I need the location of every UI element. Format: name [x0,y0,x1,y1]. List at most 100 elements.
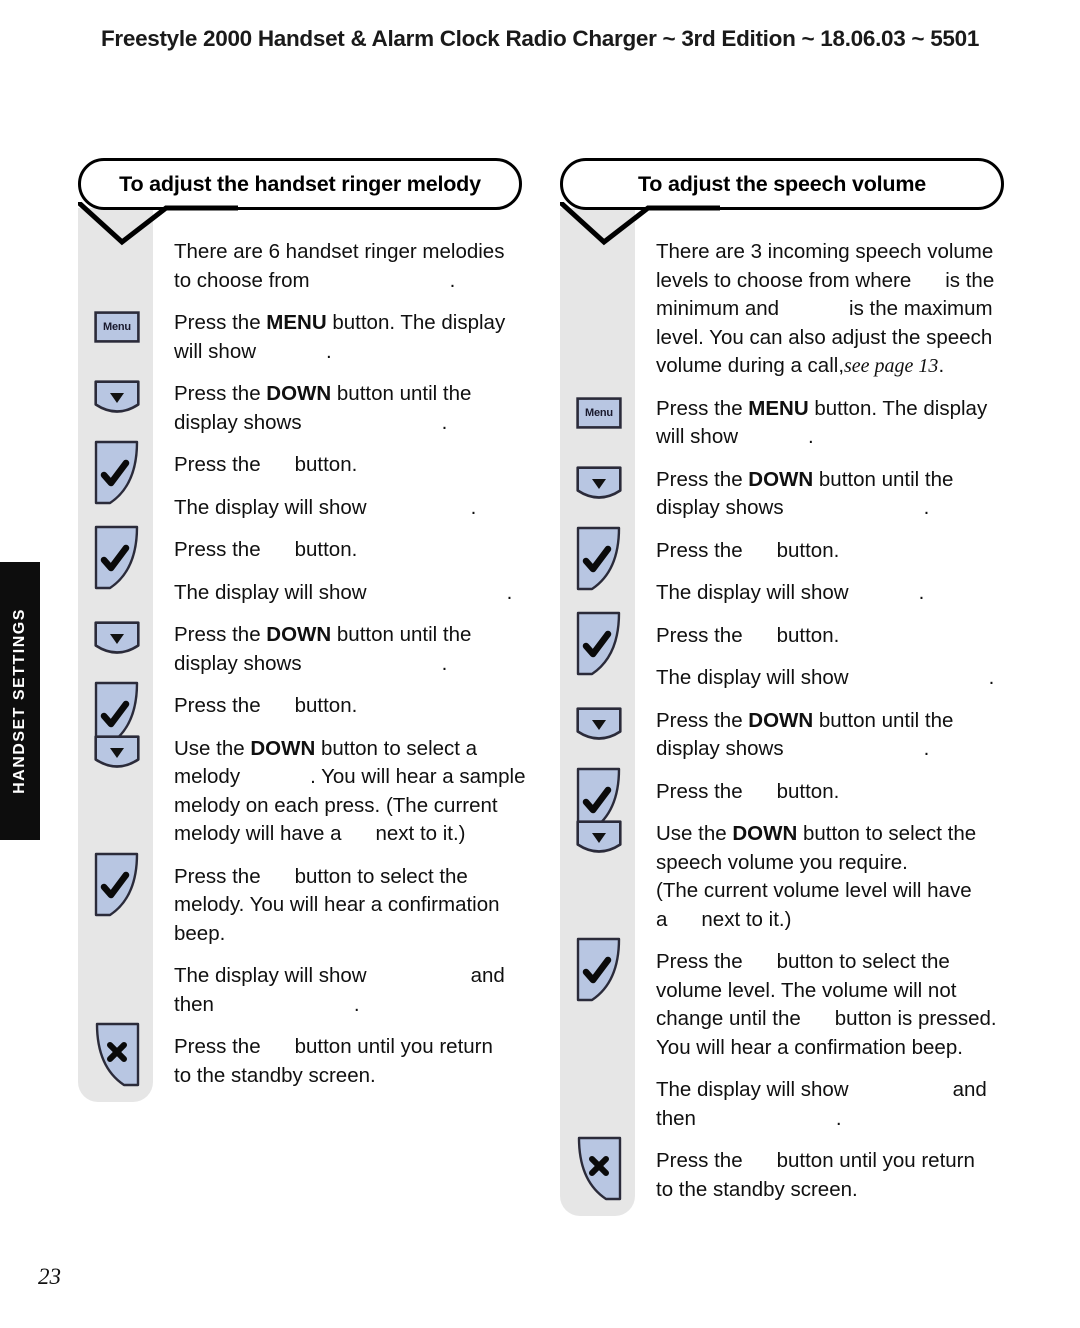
step-line: then. [656,1105,1028,1134]
step-text: next to it.) [701,907,792,931]
step-text: melody. You will hear a confirmation [174,893,500,916]
step-text: . [441,410,448,434]
step-text: . [506,580,513,604]
step-text: Press the [656,708,743,732]
menu-key-label: Menu [103,321,131,333]
procedure-body: There are 3 incoming speech volume levels… [560,208,1028,1216]
key-name-emphasis: DOWN [742,467,819,491]
step-text: Press the [656,467,743,491]
step-text: change until the [656,1007,801,1030]
step-text: button. [776,623,840,647]
section-callout: To adjust the handset ringer melody [74,150,546,246]
procedure-step: Press the DOWN button until the display s… [656,466,1028,523]
procedure-step: The display will show and then. [174,962,546,1019]
procedure-step: Press the button until you return to the s… [174,1033,546,1090]
step-text: a [656,907,668,931]
step-text: button until the [818,467,954,491]
step-line: Press the button. [174,451,546,480]
step-text: button. [294,453,358,476]
step-line: melody . You will hear a sample [174,763,546,792]
step-text: then [174,992,214,1016]
step-text: . [470,495,477,519]
step-text: The display will show [656,1078,849,1101]
step-text: . [326,339,332,363]
down-arrow-key-icon [576,820,622,858]
step-line: a next to it.) [656,906,1028,935]
step-line: Press the button to select the [656,948,1028,977]
tick-key-icon [575,525,623,593]
step-text: beep. [174,921,226,945]
step-line: will show. [174,338,546,367]
menu-key-icon: Menu [576,397,622,429]
step-line: then. [174,991,546,1020]
step-text: display shows [174,410,302,434]
step-line: Use the DOWN button to select the [656,820,1028,849]
step-line: Press the DOWN button until the [174,380,546,409]
key-name-emphasis: MENU [260,311,333,334]
step-text: to the standby screen. [656,1177,858,1201]
procedure-step: Press the button to select the melody. You… [174,863,546,949]
menu-key-icon: Menu [94,311,140,343]
step-line: Press the button. [656,622,1028,651]
step-line: Press the DOWN button until the [656,707,1028,736]
procedure-step: There are 6 handset ringer melodies to ch… [174,238,546,295]
step-line: level. You can also adjust the speech [656,324,1028,353]
step-text: button. [294,538,358,561]
down-arrow-key-icon [576,466,622,504]
step-text: button. The display [332,311,506,334]
step-line: The display will show. [174,579,546,608]
step-text: level. You can also adjust the speech [656,325,993,349]
step-text: will show [174,339,257,363]
procedure-step: The display will show. [174,494,546,523]
step-line: levels to choose from where is the [656,267,1028,296]
procedure-step: There are 3 incoming speech volume levels… [656,238,1028,381]
procedure-step: Press the button. [656,537,1028,566]
step-text: Press the [656,1149,743,1172]
key-name-emphasis: DOWN [726,822,803,845]
procedure-body: There are 6 handset ringer melodies to ch… [78,208,546,1102]
step-text: . [441,651,448,675]
procedure-step: Press the DOWN button until the display s… [174,380,546,437]
step-text: Press the [174,538,261,561]
procedure-column-left: To adjust the handset ringer melody There… [74,150,546,1102]
procedure-step: Use the DOWN button to select a melody. Y… [174,735,546,849]
step-line: Use the DOWN button to select a [174,735,546,764]
procedure-step: Press the button. [656,622,1028,651]
step-text: levels to choose from where [656,268,912,292]
step-text: . [808,425,814,448]
tick-key-icon [93,524,141,592]
step-line: will show. [656,423,1028,452]
step-line: The display will show. [656,579,1028,608]
step-text: display shows [174,651,302,675]
step-text: and [470,964,505,987]
step-text: button. [776,779,840,803]
step-text: Use the [174,736,245,760]
down-arrow-key-icon [94,735,140,773]
procedure-step: Press the DOWN button until the display s… [656,707,1028,764]
cross-key-icon [575,1135,623,1203]
step-text: will show [656,425,739,448]
callout-title: To adjust the handset ringer melody [119,171,481,196]
step-text: Press the [174,864,261,888]
tick-key-icon [93,851,141,919]
cross-reference[interactable]: see page 13 [844,355,938,377]
step-line: The display will show and [174,962,546,991]
page-number: 23 [38,1264,61,1289]
step-line: volume during a call,see page 13. [656,352,1028,381]
step-text: The display will show [174,964,367,987]
step-line: (The current volume level will have [656,877,1028,906]
step-text: button until you return [294,1035,493,1058]
step-text: button to select the [294,864,468,888]
step-line: beep. [174,920,546,949]
step-text: then [656,1106,696,1130]
procedure-column-right: To adjust the speech volume There are 3 i… [556,150,1028,1216]
step-text: button until the [336,382,472,405]
step-text: button is pressed. [834,1007,997,1030]
key-name-emphasis: DOWN [260,623,337,646]
step-text: Use the [656,822,727,845]
step-list: There are 6 handset ringer melodies to ch… [78,238,546,1090]
procedure-step: Press the MENU button. The display will s… [656,395,1028,452]
step-line: volume level. The volume will not [656,977,1028,1006]
step-text: Press the [174,311,261,334]
step-line: to the standby screen. [174,1062,546,1091]
